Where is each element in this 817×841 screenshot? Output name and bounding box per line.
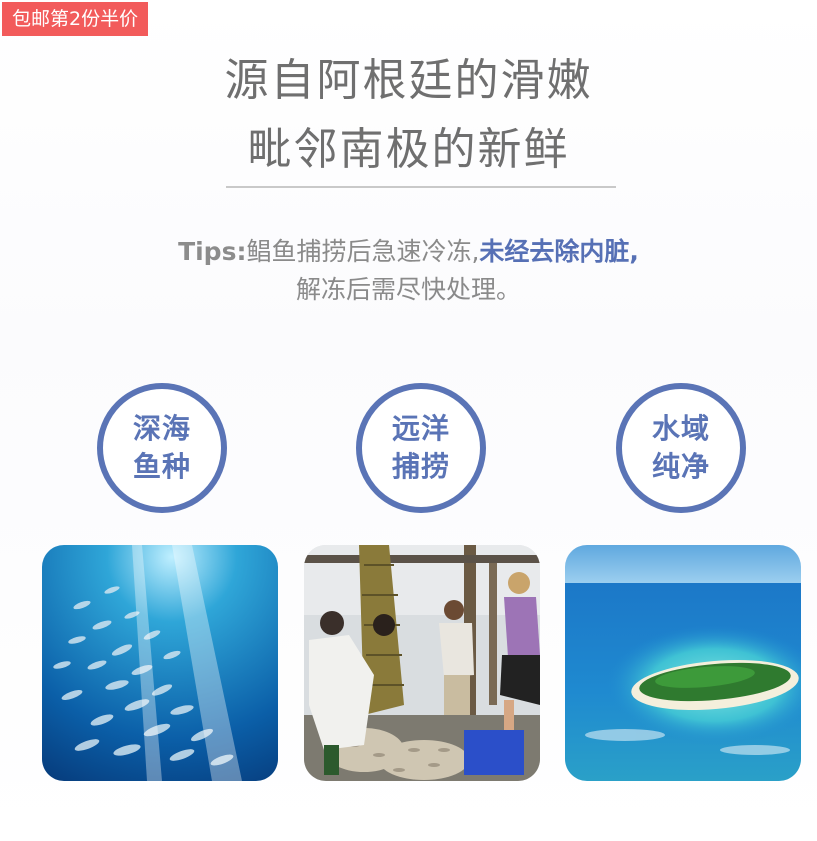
divider	[226, 186, 616, 188]
feature-badge-line: 水域	[651, 412, 710, 445]
tips-highlight: 未经去除内脏,	[479, 237, 639, 266]
feature-badge-line: 捕捞	[391, 450, 450, 483]
feature-badge-line: 远洋	[391, 412, 450, 445]
fish-school-photo	[42, 545, 278, 781]
feature-badge-line: 鱼种	[132, 450, 191, 483]
tips-text: 鲳鱼捕捞后急速冷冻,	[246, 237, 480, 266]
feature-badge-pure-water: 水域 纯净	[616, 383, 746, 513]
feature-badge-deep-sea: 深海 鱼种	[97, 383, 227, 513]
tips-label: Tips:	[178, 237, 247, 266]
promo-badge: 包邮第2份半价	[2, 2, 149, 36]
headline-line-2: 毗邻南极的新鲜	[247, 124, 570, 175]
product-detail-page: 包邮第2份半价 源自阿根廷的滑嫩 毗邻南极的新鲜 Tips:鲳鱼捕捞后急速冷冻,…	[0, 0, 817, 841]
tips-line-1: Tips:鲳鱼捕捞后急速冷冻,未经去除内脏,	[0, 232, 817, 268]
feature-badge-line: 纯净	[651, 450, 710, 483]
feature-badge-line: 深海	[132, 412, 191, 445]
headline-line-1: 源自阿根廷的滑嫩	[224, 55, 593, 106]
tips-line-2: 解冻后需尽快处理。	[295, 275, 521, 304]
feature-badge-ocean-fishing: 远洋 捕捞	[356, 383, 486, 513]
fishermen-photo	[304, 545, 540, 781]
island-photo	[565, 545, 801, 781]
